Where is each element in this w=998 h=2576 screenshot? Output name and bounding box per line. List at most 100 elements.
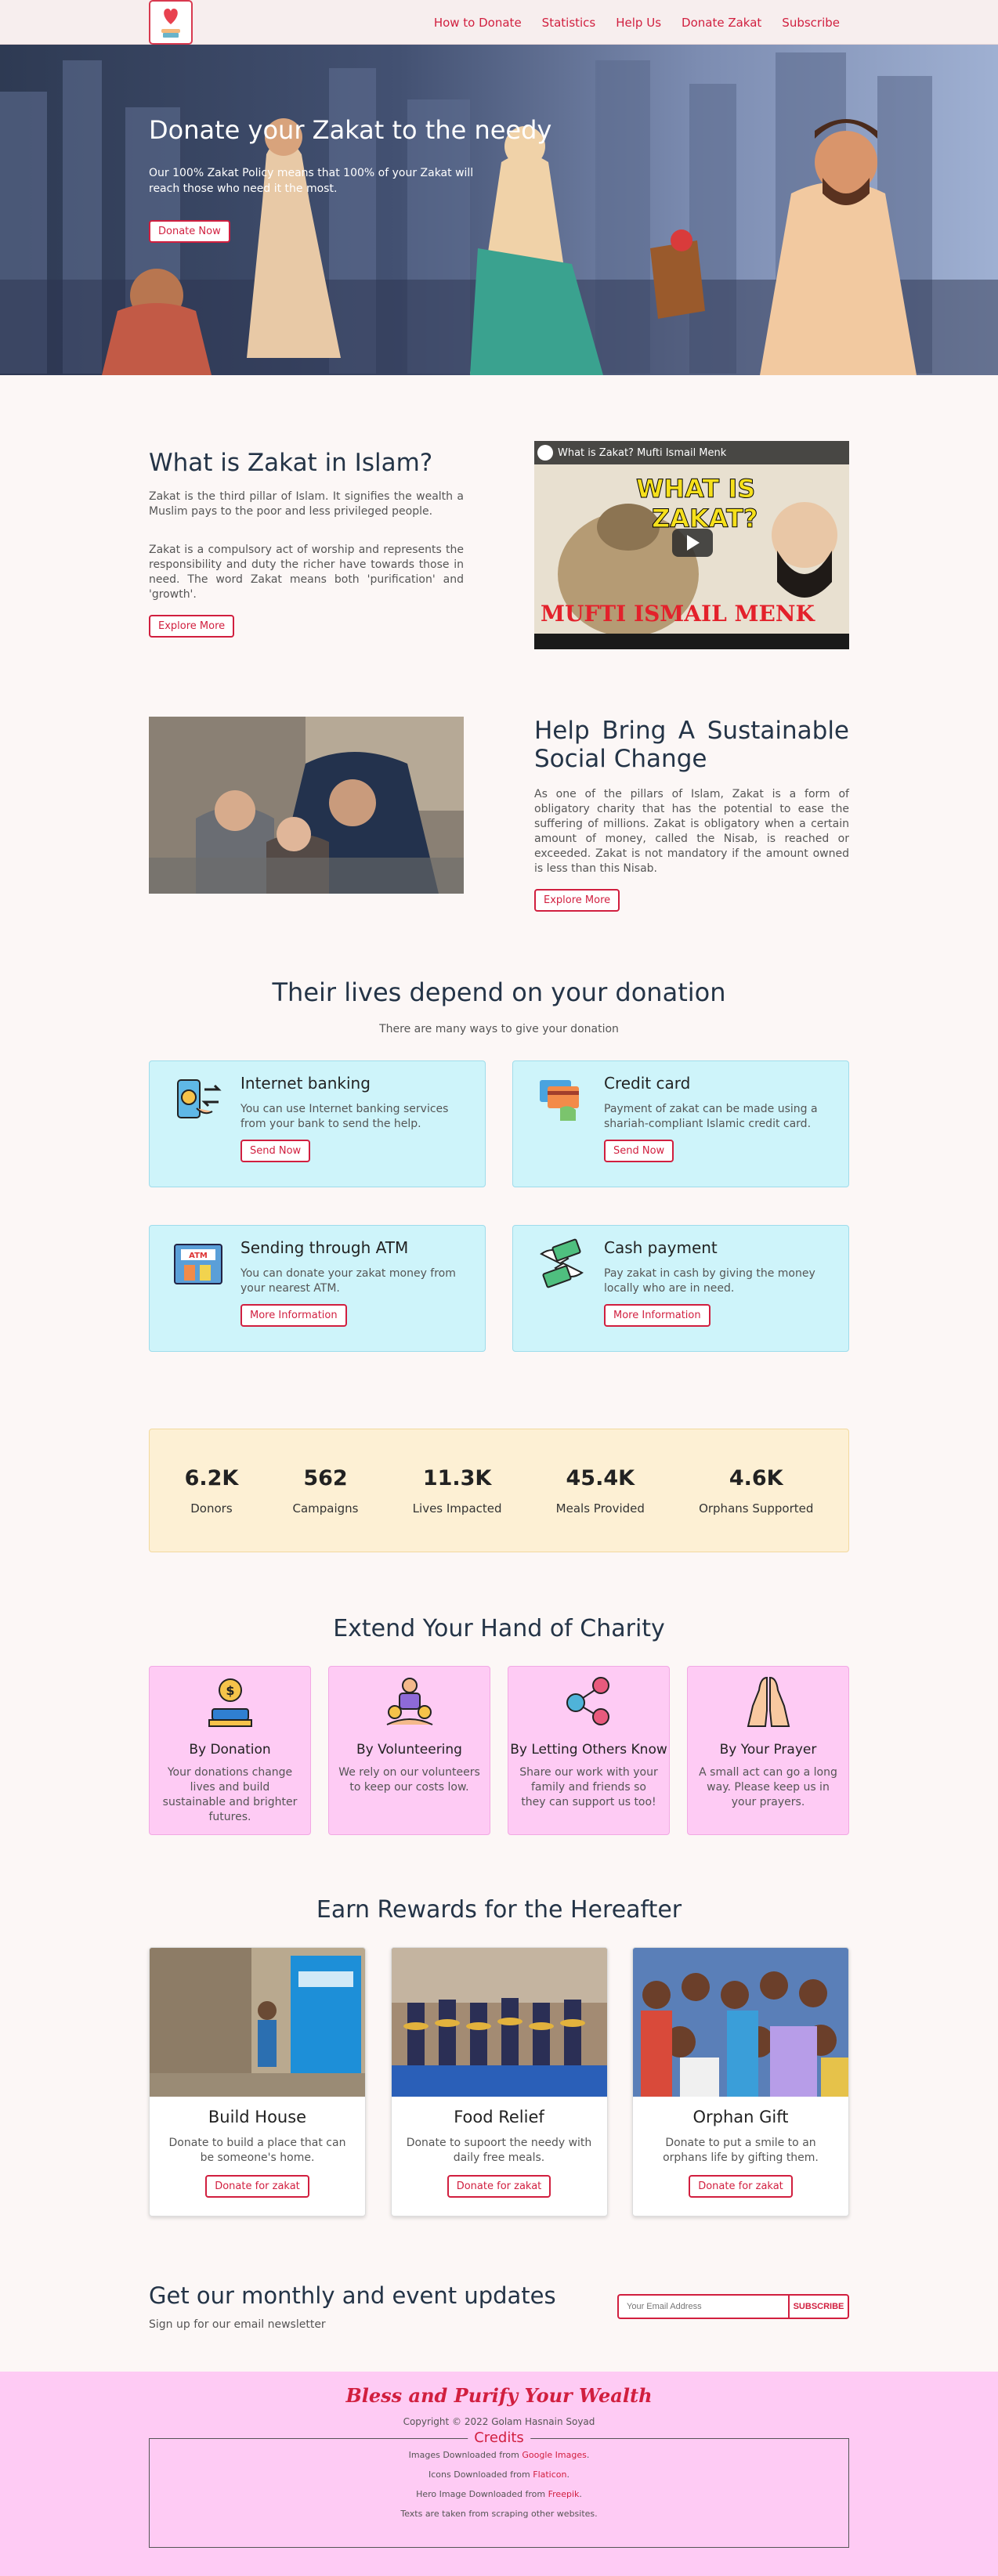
- reward-card-orphan-gift: Orphan Gift Donate to put a smile to an …: [632, 1947, 849, 2217]
- newsletter-form: SUBSCRIBE: [617, 2294, 849, 2319]
- donate-for-zakat-button[interactable]: Donate for zakat: [689, 2175, 793, 2198]
- credit-texts: Texts are taken from scraping other webs…: [400, 2509, 598, 2519]
- reward-card-food-relief: Food Relief Donate to supoort the needy …: [390, 1947, 608, 2217]
- ways-subtitle: There are many ways to give your donatio…: [379, 1023, 619, 1035]
- newsletter-title: Get our monthly and event updates: [149, 2282, 556, 2309]
- stats-section: 6.2K Donors 562 Campaigns 11.3K Lives Impac…: [149, 1429, 849, 1552]
- network-people-icon: [566, 1677, 609, 1725]
- about-paragraph-1: Zakat is the third pillar of Islam. It s…: [149, 490, 464, 518]
- atm-icon: ATM: [174, 1244, 222, 1284]
- charity-title: By Volunteering: [356, 1742, 462, 1758]
- way-title: Credit card: [604, 1074, 691, 1093]
- credit-hero: Hero Image Downloaded from Freepik.: [416, 2489, 582, 2499]
- more-information-button[interactable]: More Information: [604, 1304, 711, 1327]
- build-house-photo: [150, 1948, 365, 2097]
- stat-campaigns: 562 Campaigns: [292, 1465, 359, 1516]
- way-title: Cash payment: [604, 1238, 718, 1257]
- send-now-button[interactable]: Send Now: [240, 1140, 311, 1162]
- coin-donation-icon: $: [208, 1678, 252, 1727]
- video-overlay-mid: ZAKAT?: [651, 504, 758, 534]
- way-text: You can donate your zakat money from you…: [240, 1267, 456, 1295]
- stat-lives-impacted: 11.3K Lives Impacted: [412, 1465, 502, 1516]
- reward-title: Build House: [208, 2108, 307, 2126]
- way-card-internet-banking: Internet banking You can use Internet ba…: [149, 1060, 486, 1187]
- flaticon-link[interactable]: Flaticon: [533, 2469, 566, 2480]
- charity-text: A small act can go a long way. Please ke…: [699, 1766, 837, 1808]
- mobile-transfer-icon: [177, 1079, 222, 1118]
- charity-title: By Donation: [189, 1742, 271, 1758]
- video-overlay-top: WHAT IS: [635, 474, 756, 504]
- nav-how-to-donate[interactable]: How to Donate: [434, 16, 522, 30]
- explore-more-button-2[interactable]: Explore More: [534, 889, 620, 912]
- charity-card-volunteering: By Volunteering We rely on our volunteer…: [328, 1666, 490, 1835]
- donate-for-zakat-button[interactable]: Donate for zakat: [205, 2175, 309, 2198]
- subscribe-button[interactable]: SUBSCRIBE: [788, 2294, 849, 2319]
- newsletter-section: Get our monthly and event updates Sign u…: [149, 2282, 849, 2331]
- donate-now-button[interactable]: Donate Now: [149, 220, 230, 243]
- video-embed[interactable]: What is Zakat? Mufti Ismail Menk WHAT IS…: [534, 441, 849, 649]
- way-text: Pay zakat in cash by giving the money lo…: [604, 1267, 815, 1295]
- reward-text: Donate to build a place that can be some…: [168, 2137, 346, 2164]
- way-text: Payment of zakat can be made using a sha…: [604, 1103, 818, 1130]
- more-information-button[interactable]: More Information: [240, 1304, 347, 1327]
- orphan-gift-photo: [633, 1948, 848, 2097]
- volunteer-icon: [386, 1678, 432, 1725]
- cash-hand-icon: [540, 1238, 584, 1288]
- credits-box: Credits Images Downloaded from Google Im…: [149, 2430, 849, 2548]
- copyright: Copyright © 2022 Golam Hasnain Soyad: [403, 2416, 595, 2427]
- charity-card-letting-others-know: By Letting Others Know Share our work wi…: [508, 1666, 670, 1835]
- reward-title: Orphan Gift: [692, 2108, 789, 2126]
- charity-text: Share our work with your family and frie…: [519, 1766, 658, 1808]
- explore-more-button[interactable]: Explore More: [149, 615, 235, 638]
- charity-card-prayer: By Your Prayer A small act can go a long…: [687, 1666, 849, 1835]
- charity-text: We rely on our volunteers to keep our co…: [338, 1766, 480, 1794]
- stat-meals-provided: 45.4K Meals Provided: [555, 1465, 645, 1516]
- send-now-button[interactable]: Send Now: [604, 1140, 674, 1162]
- nav-subscribe[interactable]: Subscribe: [782, 16, 840, 30]
- google-images-link[interactable]: Google Images: [522, 2450, 586, 2460]
- about-paragraph-2: Zakat is a compulsory act of worship and…: [149, 544, 464, 601]
- praying-hands-icon: [747, 1676, 790, 1727]
- credit-images: Images Downloaded from Google Images.: [408, 2450, 590, 2460]
- credit-icons: Icons Downloaded from Flaticon.: [428, 2469, 570, 2480]
- extend-section: Extend Your Hand of Charity $ By Donatio…: [149, 1615, 849, 1835]
- donate-for-zakat-button[interactable]: Donate for zakat: [447, 2175, 551, 2198]
- change-text: As one of the pillars of Islam, Zakat is…: [534, 788, 849, 875]
- hero-text: Our 100% Zakat Policy means that 100% of…: [149, 167, 474, 195]
- way-card-atm: ATM Sending through ATM You can donate y…: [149, 1225, 486, 1352]
- stat-donors: 6.2K Donors: [184, 1465, 239, 1516]
- email-field[interactable]: [617, 2294, 788, 2319]
- navbar: How to Donate Statistics Help Us Donate …: [0, 0, 998, 45]
- charity-title: By Your Prayer: [719, 1742, 817, 1758]
- svg-text:$: $: [226, 1683, 234, 1698]
- footer: Bless and Purify Your Wealth Copyright ©…: [0, 2372, 998, 2576]
- svg-text:ATM: ATM: [189, 1252, 208, 1260]
- charity-title: By Letting Others Know: [510, 1742, 667, 1758]
- credits-title: Credits: [468, 2430, 530, 2446]
- nav-donate-zakat[interactable]: Donate Zakat: [682, 16, 761, 30]
- change-title: Help Bring A Sustainable Social Change: [534, 717, 849, 773]
- nav-help-us[interactable]: Help Us: [616, 16, 661, 30]
- way-title: Internet banking: [240, 1074, 371, 1093]
- video-title: What is Zakat? Mufti Ismail Menk: [558, 447, 727, 459]
- video-overlay-bottom: MUFTI ISMAIL MENK: [541, 601, 815, 627]
- freepik-link[interactable]: Freepik: [548, 2489, 580, 2499]
- way-title: Sending through ATM: [240, 1238, 409, 1257]
- footer-brand: Bless and Purify Your Wealth: [345, 2384, 653, 2407]
- way-text: You can use Internet banking services fr…: [240, 1103, 449, 1130]
- about-section: What is Zakat in Islam? Zakat is the thi…: [149, 441, 849, 649]
- credit-card-icon: [540, 1080, 579, 1121]
- way-card-credit-card: Credit card Payment of zakat can be made…: [512, 1060, 849, 1187]
- heart-in-hands-icon: [161, 8, 180, 38]
- ways-title: Their lives depend on your donation: [272, 977, 726, 1007]
- charity-text: Your donations change lives and build su…: [162, 1766, 298, 1823]
- rewards-section: Earn Rewards for the Hereafter Build Hou…: [149, 1896, 849, 2217]
- reward-text: Donate to supoort the needy with daily f…: [406, 2137, 592, 2164]
- way-card-cash: Cash payment Pay zakat in cash by giving…: [512, 1225, 849, 1352]
- stat-orphans-supported: 4.6K Orphans Supported: [699, 1465, 814, 1516]
- newsletter-subtitle: Sign up for our email newsletter: [149, 2318, 326, 2331]
- site-logo[interactable]: [149, 0, 193, 45]
- charity-card-donation: $ By Donation Your donations change live…: [149, 1666, 311, 1835]
- ways-section: Their lives depend on your donation Ther…: [149, 977, 849, 1352]
- nav-statistics[interactable]: Statistics: [542, 16, 596, 30]
